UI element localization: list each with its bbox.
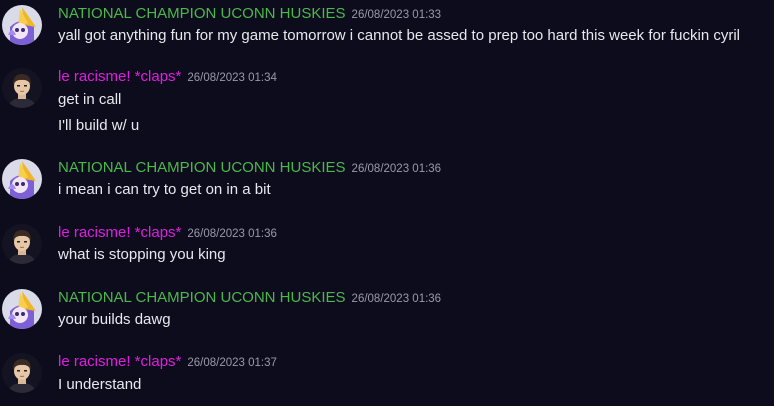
message-header: NATIONAL CHAMPION UCONN HUSKIES 26/08/202…: [58, 3, 441, 25]
racisme-avatar[interactable]: [2, 224, 42, 264]
message-header: le racisme! *claps* 26/08/2023 01:34: [58, 66, 277, 88]
message-text: I'll build w/ u: [58, 117, 140, 134]
message-text: get in call: [58, 91, 122, 108]
timestamp: 26/08/2023 01:37: [187, 357, 277, 369]
huskies-avatar[interactable]: [2, 289, 42, 329]
message-header: NATIONAL CHAMPION UCONN HUSKIES 26/08/202…: [58, 287, 441, 309]
message-header: NATIONAL CHAMPION UCONN HUSKIES 26/08/202…: [58, 157, 441, 179]
username[interactable]: le racisme! *claps*: [58, 353, 181, 370]
timestamp: 26/08/2023 01:36: [187, 228, 277, 240]
timestamp: 26/08/2023 01:36: [351, 163, 442, 175]
timestamp: 26/08/2023 01:34: [187, 72, 277, 84]
racisme-avatar[interactable]: [2, 68, 42, 108]
timestamp: 26/08/2023 01:33: [351, 9, 442, 21]
message-text: yall got anything fun for my game tomorr…: [58, 27, 741, 44]
huskies-avatar[interactable]: [2, 5, 42, 45]
huskies-avatar[interactable]: [2, 159, 42, 199]
chat-messages: NATIONAL CHAMPION UCONN HUSKIES 26/08/202…: [0, 0, 774, 406]
racisme-avatar[interactable]: [2, 353, 42, 393]
message-text: your builds dawg: [58, 311, 171, 328]
message-header: le racisme! *claps* 26/08/2023 01:37: [58, 351, 277, 373]
username[interactable]: le racisme! *claps*: [58, 68, 181, 85]
message-header: le racisme! *claps* 26/08/2023 01:36: [58, 222, 277, 244]
username[interactable]: le racisme! *claps*: [58, 224, 181, 241]
message-text: what is stopping you king: [58, 246, 226, 263]
username[interactable]: NATIONAL CHAMPION UCONN HUSKIES: [58, 5, 346, 22]
message-text: I understand: [58, 376, 142, 393]
username[interactable]: NATIONAL CHAMPION UCONN HUSKIES: [58, 289, 346, 306]
timestamp: 26/08/2023 01:36: [351, 293, 442, 305]
message-text: i mean i can try to get on in a bit: [58, 181, 271, 198]
username[interactable]: NATIONAL CHAMPION UCONN HUSKIES: [58, 159, 346, 176]
